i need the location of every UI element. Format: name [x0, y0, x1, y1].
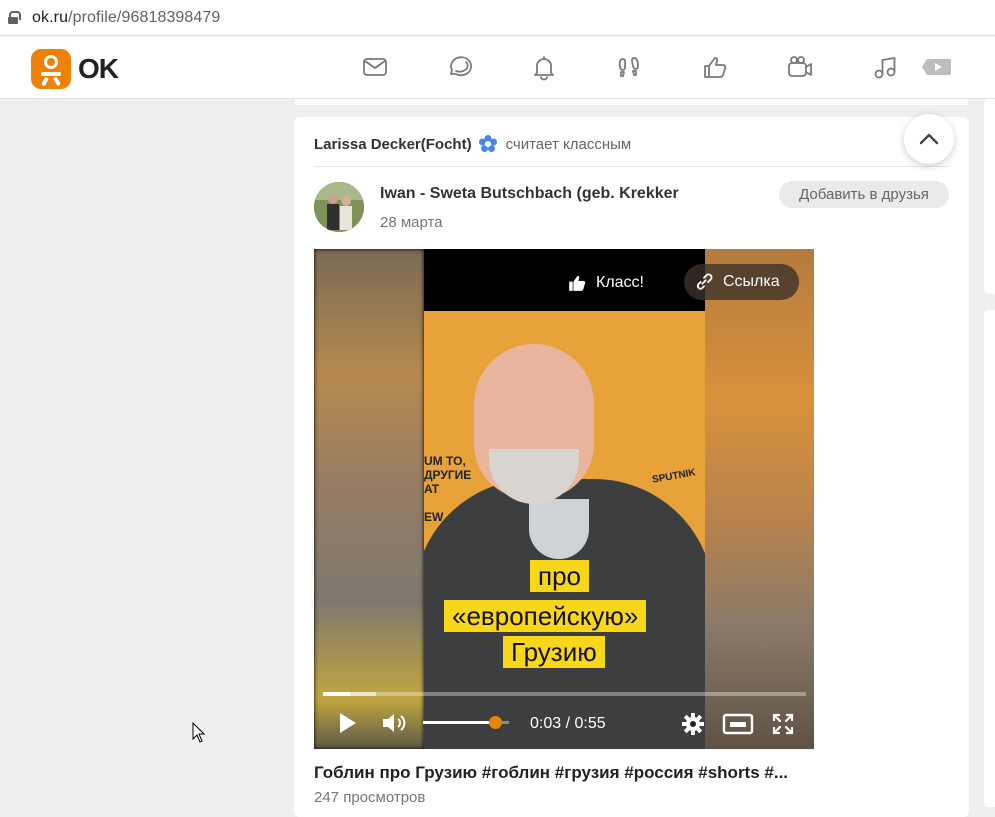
- video-caption-line: «европейскую»: [444, 600, 647, 632]
- right-panel-edge: [984, 310, 995, 807]
- right-panel-edge: [984, 99, 995, 294]
- video-title[interactable]: Гоблин про Грузию #гоблин #грузия #росси…: [314, 763, 814, 783]
- top-navigation: OK: [0, 37, 995, 99]
- video-icon[interactable]: [920, 52, 952, 82]
- mail-icon[interactable]: [360, 52, 390, 82]
- likes-icon[interactable]: [700, 52, 730, 82]
- logo-text: OK: [78, 53, 119, 84]
- activity-action: считает классным: [505, 135, 632, 153]
- video-caption-line: Грузию: [503, 636, 605, 668]
- divider: [314, 166, 949, 167]
- notifications-icon[interactable]: [529, 52, 559, 82]
- link-label: Ссылка: [723, 273, 780, 290]
- fullscreen-icon[interactable]: [772, 713, 794, 735]
- thumbs-up-icon: [569, 275, 586, 291]
- video-link-button[interactable]: Ссылка: [684, 264, 799, 300]
- view-count: 247 просмотров: [314, 789, 426, 806]
- music-icon[interactable]: [870, 52, 900, 82]
- post-author[interactable]: Iwan - Sweta Butschbach (geb. Krekker: [380, 185, 679, 203]
- volume-fill: [423, 721, 496, 724]
- play-icon[interactable]: [338, 711, 358, 735]
- volume-icon[interactable]: [381, 711, 409, 735]
- scroll-to-top-button[interactable]: [904, 114, 954, 164]
- video-progress-bar[interactable]: [323, 692, 806, 696]
- video-blur-left: [314, 249, 424, 749]
- video-player[interactable]: UM TO, ДРУГИЕ AT EW SPUTNIK: [314, 249, 814, 749]
- mouse-cursor-icon: [192, 722, 206, 743]
- video-caption-line: про: [530, 560, 589, 592]
- progress-played: [323, 692, 350, 696]
- activity-user[interactable]: Larissa Decker(Focht): [314, 136, 472, 153]
- chevron-up-icon: [919, 133, 939, 145]
- add-friend-button[interactable]: Добавить в друзья: [779, 181, 949, 208]
- avatar[interactable]: [314, 182, 364, 232]
- avatar-photo: [314, 182, 364, 232]
- address-bar[interactable]: ok.ru/profile/96818398479: [0, 0, 995, 36]
- link-icon: [696, 273, 713, 290]
- lock-icon: [8, 11, 21, 24]
- video-calls-icon[interactable]: [785, 52, 815, 82]
- like-label: Класс!: [596, 274, 644, 291]
- discussions-icon[interactable]: [445, 52, 475, 82]
- video-blur-right: [705, 249, 814, 749]
- post-date[interactable]: 28 марта: [380, 214, 443, 231]
- video-frame: UM TO, ДРУГИЕ AT EW SPUTNIK: [424, 249, 705, 749]
- previous-card-edge: [295, 99, 968, 105]
- activity-line: Larissa Decker(Focht) считает классным: [314, 134, 631, 154]
- volume-slider[interactable]: [423, 716, 509, 729]
- video-like-button[interactable]: Класс!: [567, 269, 644, 297]
- video-time: 0:03 / 0:55: [530, 715, 606, 732]
- url-text[interactable]: ok.ru/profile/96818398479: [32, 9, 220, 27]
- settings-gear-icon[interactable]: [681, 712, 705, 736]
- guests-icon[interactable]: [614, 52, 644, 82]
- ok-logo[interactable]: OK: [31, 49, 119, 89]
- mini-player-icon[interactable]: [722, 713, 754, 735]
- background-logo: SPUTNIK: [651, 467, 697, 486]
- flower-badge-icon: [478, 135, 497, 152]
- ok-logo-icon: [31, 49, 71, 89]
